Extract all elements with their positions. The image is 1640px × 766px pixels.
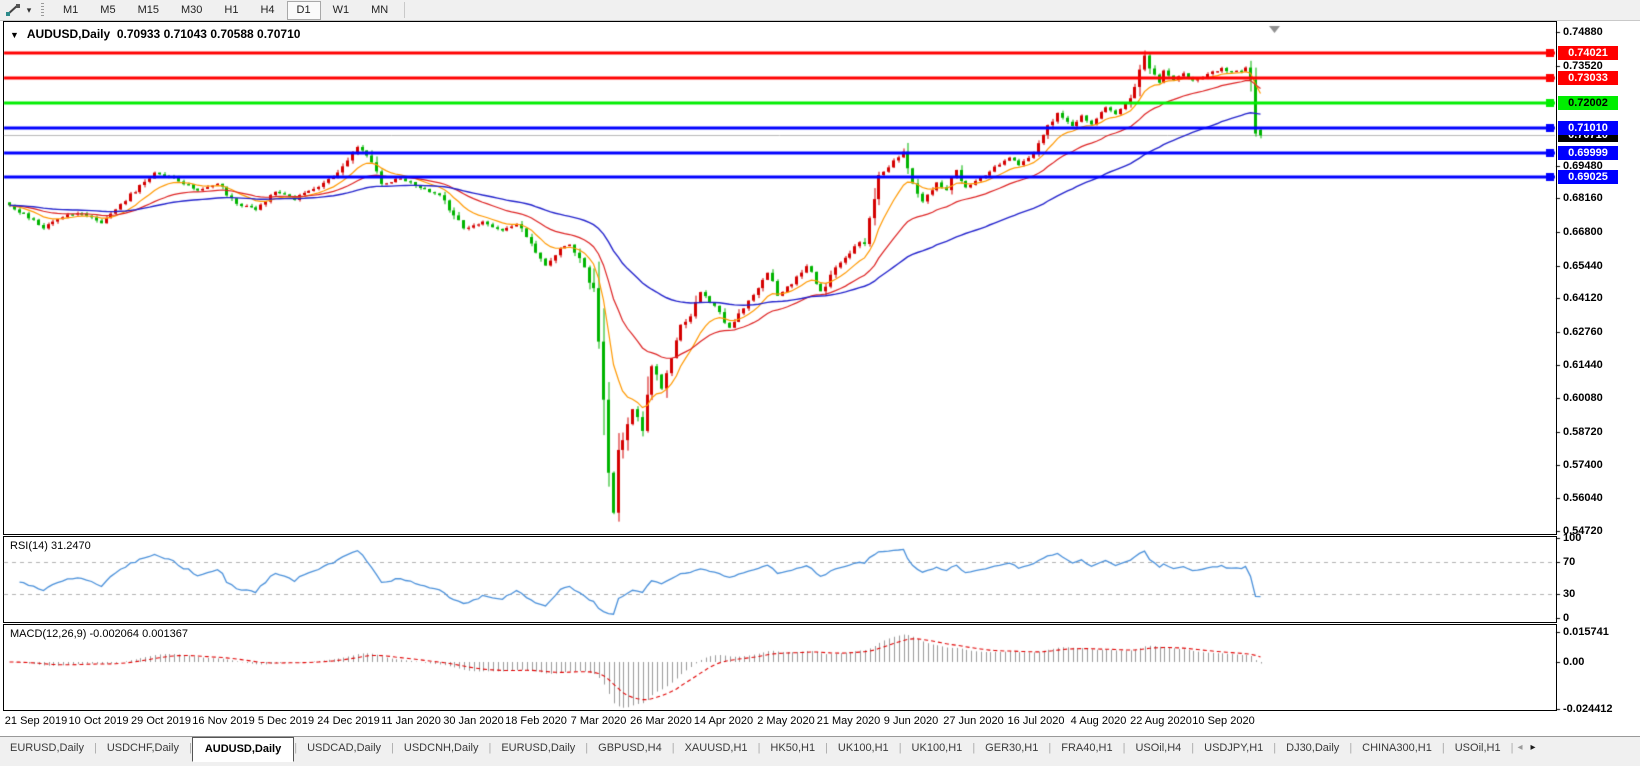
toolbar-dropdown-caret-icon[interactable]: ▾ [23,5,35,16]
date-axis-label: 14 Apr 2020 [693,715,754,727]
price-axis-tick: 0.66800 [1563,226,1603,239]
price-axis-tick: 0.61440 [1563,358,1603,371]
tab-uk100-h1[interactable]: UK100,H1 [902,737,973,758]
ohlc-high: 0.71043 [163,27,207,41]
price-axis-tick: 0.64120 [1563,292,1603,305]
rsi-value: 31.2470 [50,540,91,552]
ohlc-open: 0.70933 [116,27,161,41]
price-axis-tick: 0.60080 [1563,392,1603,405]
price-axis-tick: 0.57400 [1563,458,1603,471]
macd-axis-tick: -0.024412 [1563,702,1613,715]
timeframe-button-d1[interactable]: D1 [286,0,321,20]
rsi-axis-tick: 100 [1563,532,1582,544]
tab-scroll-left-icon[interactable]: ◂ [1517,742,1522,754]
date-axis-label: 4 Aug 2020 [1070,715,1127,727]
price-axis-tick: 0.68160 [1563,192,1603,205]
tab-hk50-h1[interactable]: HK50,H1 [760,737,825,758]
macd-label: MACD(12,26,9) -0.002064 0.001367 [10,628,188,640]
timeframe-button-m1[interactable]: M1 [53,1,88,20]
timeframe-button-m15[interactable]: M15 [128,1,169,20]
support-line-label[interactable]: 0.69999 [1558,145,1618,160]
chart-canvas[interactable] [0,0,1640,765]
timeframe-button-mn[interactable]: MN [361,1,398,20]
ohlc-close: 0.70710 [257,27,301,41]
chart-symbol: AUDUSD,Daily [26,27,111,41]
macd-axis-tick: 0.015741 [1563,625,1609,638]
date-axis-label: 5 Dec 2019 [257,715,315,727]
top-toolbar: ▾ M1 M5 M15 M30 H1 H4 D1 W1 MN [0,0,1640,21]
tab-scroll-right-icon[interactable]: ▸ [1530,742,1535,754]
timeframe-button-h4[interactable]: H4 [250,1,284,20]
date-axis-label: 16 Jul 2020 [1007,715,1065,727]
tab-eurusd-daily[interactable]: EURUSD,Daily [0,737,94,758]
tab-dj30-daily[interactable]: DJ30,Daily [1276,737,1349,758]
chart-tab-bar: EURUSD,Daily | USDCHF,Daily | AUDUSD,Daily | U… [0,736,1640,766]
date-axis-label: 29 Oct 2019 [131,715,191,727]
timeframe-button-m5[interactable]: M5 [90,1,125,20]
tab-usdjpy-h1[interactable]: USDJPY,H1 [1194,737,1273,758]
macd-main-value: -0.002064 [89,628,140,640]
price-axis-tick: 0.62760 [1563,326,1603,339]
date-axis-label: 10 Sep 2020 [1192,715,1255,727]
tab-uk100-h1[interactable]: UK100,H1 [828,737,899,758]
tab-scroll-arrows: ◂ ▸ [1517,737,1535,754]
price-axis-tick: 0.65440 [1563,259,1603,272]
chart-dropdown-icon[interactable]: ▼ [10,30,19,40]
timeframe-button-group: M1 M5 M15 M30 H1 H4 D1 W1 MN [52,0,399,20]
date-axis-label: 18 Feb 2020 [505,715,567,727]
resistance-line-label[interactable]: 0.74021 [1558,46,1618,61]
tab-gbpusd-h4[interactable]: GBPUSD,H4 [588,737,672,758]
toolbar-grip[interactable] [41,3,44,17]
line-style-tool-icon[interactable] [3,2,23,18]
tab-usdcad-daily[interactable]: USDCAD,Daily [297,737,391,758]
date-axis-label: 21 May 2020 [816,715,881,727]
rsi-axis-tick: 70 [1563,556,1576,568]
tab-usoil-h4[interactable]: USOil,H4 [1125,737,1191,758]
date-axis-label: 27 Jun 2020 [943,715,1004,727]
tab-eurusd-daily[interactable]: EURUSD,Daily [491,737,585,758]
tab-fra40-h1[interactable]: FRA40,H1 [1051,737,1122,758]
price-axis-tick: 0.58720 [1563,426,1603,439]
date-axis-label: 9 Jun 2020 [883,715,939,727]
price-axis-tick: 0.74880 [1563,26,1603,39]
date-axis-label: 7 Mar 2020 [570,715,627,727]
timeframe-button-m30[interactable]: M30 [171,1,212,20]
rsi-axis-tick: 0 [1563,612,1570,624]
tab-china300-h1[interactable]: CHINA300,H1 [1352,737,1442,758]
chart-title: ▼ AUDUSD,Daily 0.70933 0.71043 0.70588 0… [10,27,300,41]
date-axis-label: 22 Aug 2020 [1130,715,1192,727]
ohlc-low: 0.70588 [210,27,254,41]
support-line-label[interactable]: 0.69025 [1558,170,1618,185]
tab-usdcnh-daily[interactable]: USDCNH,Daily [394,737,489,758]
resistance-line-label[interactable]: 0.73033 [1558,70,1618,85]
tab-usoil-h1[interactable]: USOil,H1 [1445,737,1511,758]
date-axis-label: 11 Jan 2020 [381,715,441,727]
timeframe-button-h1[interactable]: H1 [214,1,248,20]
macd-axis-tick: 0.00 [1563,656,1585,668]
tab-xauusd-h1[interactable]: XAUUSD,H1 [675,737,758,758]
tab-audusd-daily[interactable]: AUDUSD,Daily [191,737,295,762]
rsi-axis-tick: 30 [1563,588,1576,600]
date-axis-label: 16 Nov 2019 [192,715,255,727]
date-axis-label: 10 Oct 2019 [68,715,129,727]
toolbar-separator [404,2,406,18]
price-axis-tick: 0.56040 [1563,492,1603,505]
pivot-line-label[interactable]: 0.72002 [1558,96,1618,111]
date-axis-label: 26 Mar 2020 [630,715,692,727]
date-axis-label: 30 Jan 2020 [443,715,504,727]
timeframe-button-w1[interactable]: W1 [323,1,360,20]
macd-signal-value: 0.001367 [142,628,188,640]
rsi-label: RSI(14) 31.2470 [10,540,91,552]
tab-ger30-h1[interactable]: GER30,H1 [975,737,1048,758]
rsi-name: RSI(14) [10,540,48,552]
macd-name: MACD(12,26,9) [10,628,87,640]
tab-usdchf-daily[interactable]: USDCHF,Daily [97,737,189,758]
date-axis-label: 24 Dec 2019 [317,715,380,727]
mt4-chart-window: { "toolbar": { "line_tool_icon": "line-s… [0,0,1640,766]
tab-separator: | [1510,742,1514,754]
support-line-label[interactable]: 0.71010 [1558,120,1618,135]
date-axis-label: 21 Sep 2019 [4,715,68,727]
date-axis-label: 2 May 2020 [757,715,815,727]
